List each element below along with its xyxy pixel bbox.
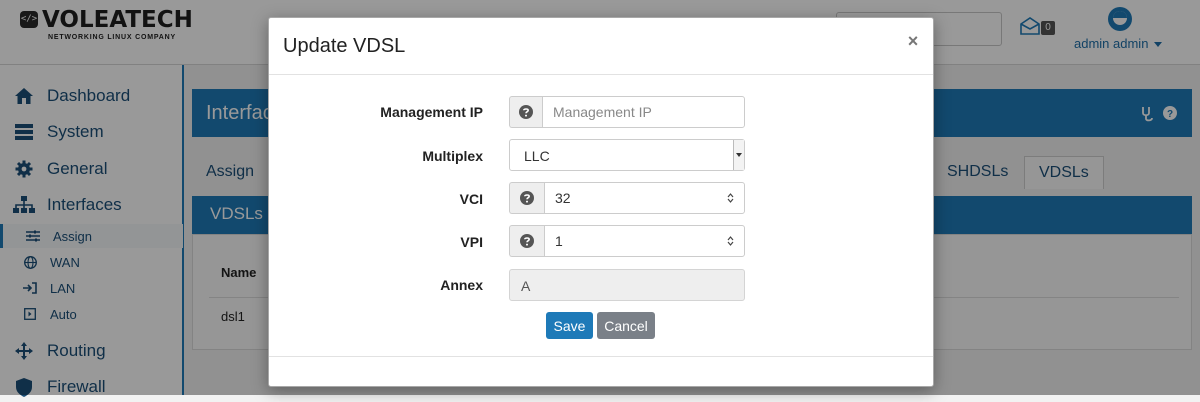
annex-label: Annex xyxy=(440,277,483,293)
management-ip-input[interactable] xyxy=(542,96,745,128)
close-icon[interactable]: × xyxy=(903,31,923,51)
help-addon[interactable] xyxy=(509,182,544,214)
vci-label: VCI xyxy=(459,191,483,207)
modal-title: Update VDSL xyxy=(283,35,406,57)
management-ip-label: Management IP xyxy=(380,104,483,120)
annex-field: A xyxy=(509,269,745,301)
question-circle-icon xyxy=(520,191,534,205)
modal-header-divider xyxy=(269,74,933,75)
vci-input[interactable] xyxy=(544,182,745,214)
multiplex-selected-value: LLC xyxy=(524,148,550,164)
vci-group xyxy=(509,182,745,214)
vpi-label: VPI xyxy=(460,234,483,250)
modal-footer-divider xyxy=(269,356,933,357)
spinner-arrows-icon[interactable] xyxy=(727,193,734,203)
save-button[interactable]: Save xyxy=(546,312,593,339)
vpi-input[interactable] xyxy=(544,225,745,257)
multiplex-select[interactable]: LLC xyxy=(509,139,745,171)
spinner-arrows-icon[interactable] xyxy=(727,236,734,246)
question-circle-icon xyxy=(519,105,533,119)
update-vdsl-modal: Update VDSL × Management IP Multiplex LL… xyxy=(268,17,934,387)
help-addon[interactable] xyxy=(509,96,542,128)
vpi-group xyxy=(509,225,745,257)
multiplex-label: Multiplex xyxy=(422,148,483,164)
management-ip-group xyxy=(509,96,745,128)
question-circle-icon xyxy=(520,234,534,248)
chevron-down-icon[interactable] xyxy=(733,140,744,170)
cancel-button[interactable]: Cancel xyxy=(597,312,655,339)
help-addon[interactable] xyxy=(509,225,544,257)
